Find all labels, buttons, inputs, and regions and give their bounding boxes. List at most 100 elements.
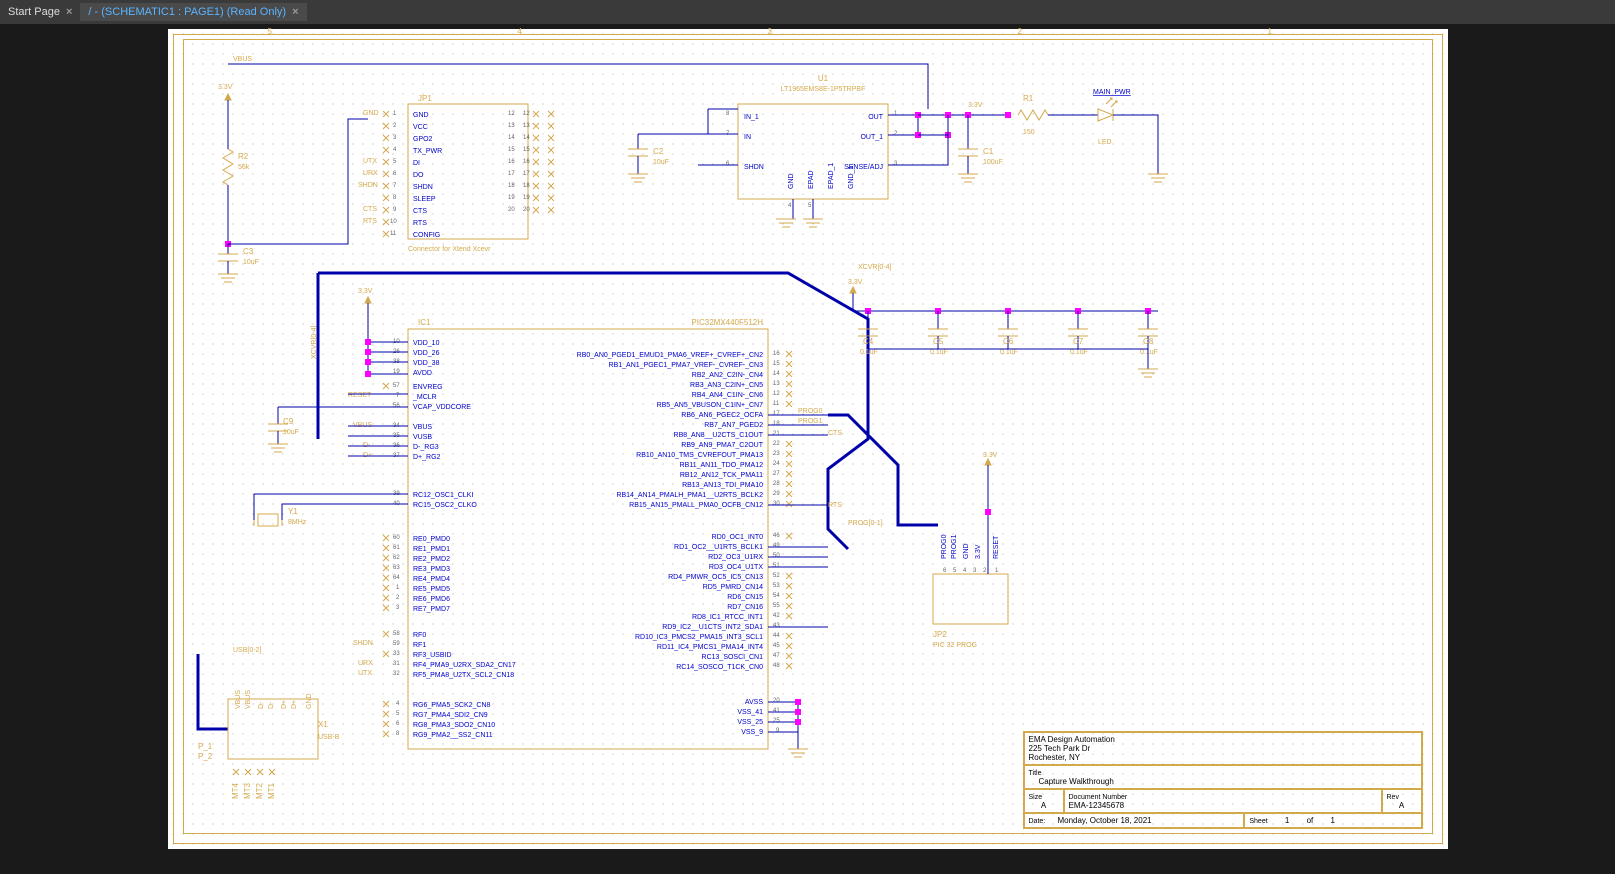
svg-text:23: 23: [773, 451, 780, 457]
jp1-ref: JP1: [418, 94, 432, 103]
svg-text:45: 45: [773, 643, 780, 649]
svg-text:63: 63: [393, 565, 400, 571]
svg-text:VSS_9: VSS_9: [741, 729, 763, 736]
svg-text:7: 7: [393, 183, 397, 189]
svg-text:VBUS: VBUS: [245, 690, 252, 709]
svg-text:C9: C9: [283, 417, 294, 426]
svg-text:RB10_AN10_TMS_CVREFOUT_PMA13: RB10_AN10_TMS_CVREFOUT_PMA13: [636, 452, 763, 459]
svg-text:25: 25: [773, 718, 780, 724]
svg-text:RB13_AN13_TDI_PMA10: RB13_AN13_TDI_PMA10: [682, 482, 763, 489]
svg-text:13: 13: [508, 123, 515, 129]
svg-text:22: 22: [773, 441, 780, 447]
u1-ref: U1: [817, 74, 828, 83]
svg-text:VBUS: VBUS: [413, 424, 432, 431]
svg-text:11: 11: [390, 231, 397, 237]
svg-text:URX: URX: [358, 660, 373, 667]
svg-text:0.1uF: 0.1uF: [930, 349, 948, 356]
svg-text:14: 14: [523, 135, 530, 141]
svg-text:RG9_PMA2__SS2_CN11: RG9_PMA2__SS2_CN11: [413, 732, 493, 739]
ic1-val: PIC32MX440F512H: [691, 318, 763, 327]
tab-label: Start Page: [8, 6, 60, 18]
svg-text:42: 42: [773, 613, 780, 619]
svg-text:18: 18: [523, 183, 530, 189]
schematic-canvas[interactable]: 5 4 3 2 1 VBUS 3.3V R2 56k C3 10uF: [0, 24, 1615, 874]
svg-text:41: 41: [773, 708, 780, 714]
svg-text:2: 2: [393, 123, 397, 129]
svg-text:EPAD_1: EPAD_1: [828, 163, 835, 189]
svg-text:LED: LED: [1098, 139, 1112, 146]
svg-text:28: 28: [773, 481, 780, 487]
svg-text:20: 20: [523, 207, 530, 213]
svg-text:13: 13: [523, 123, 530, 129]
svg-text:3.3V: 3.3V: [975, 544, 982, 559]
svg-text:5: 5: [393, 159, 397, 165]
svg-text:GND: GND: [963, 543, 970, 559]
svg-text:RD11_IC4_PMCS1_PMA14_INT4: RD11_IC4_PMCS1_PMA14_INT4: [656, 644, 762, 651]
svg-text:PROG0: PROG0: [941, 534, 948, 559]
svg-text:24: 24: [773, 461, 780, 467]
svg-text:RD4_PMWR_OC5_IC5_CN13: RD4_PMWR_OC5_IC5_CN13: [668, 574, 763, 581]
svg-text:6: 6: [396, 721, 400, 727]
svg-text:RF4_PMA9_U2RX_SDA2_CN17: RF4_PMA9_U2RX_SDA2_CN17: [413, 662, 516, 669]
svg-text:D-_RG3: D-_RG3: [413, 444, 439, 451]
c3-val: 10uF: [243, 259, 259, 266]
c3-ref: C3: [243, 247, 254, 256]
jp1-leftpins: GND VCC GPO2 TX_PWR DI DO SHDN SLEEP CTS…: [413, 112, 442, 239]
svg-text:56: 56: [393, 403, 400, 409]
svg-text:150: 150: [1023, 129, 1035, 136]
svg-text:VDD_38: VDD_38: [413, 360, 440, 367]
close-icon[interactable]: ×: [66, 6, 72, 18]
svg-text:53: 53: [773, 583, 780, 589]
svg-text:15: 15: [773, 361, 780, 367]
svg-text:8: 8: [396, 731, 400, 737]
svg-text:58: 58: [393, 631, 400, 637]
svg-text:D+_RG2: D+_RG2: [413, 454, 441, 461]
svg-text:RC12_OSC1_CLKI: RC12_OSC1_CLKI: [413, 492, 473, 499]
svg-text:5: 5: [396, 711, 400, 717]
svg-text:RF3_USBID: RF3_USBID: [413, 652, 452, 659]
svg-text:49: 49: [773, 543, 780, 549]
svg-text:GND: GND: [413, 112, 429, 119]
svg-text:13: 13: [773, 381, 780, 387]
jp1-note: Connector for Xtend Xcevr: [408, 246, 491, 253]
svg-text:OUT: OUT: [868, 114, 884, 121]
svg-text:54: 54: [773, 593, 780, 599]
svg-text:4: 4: [963, 568, 967, 574]
tb-title-lbl: Title: [1029, 770, 1042, 777]
svg-text:X1: X1: [318, 720, 328, 729]
svg-text:16: 16: [508, 159, 515, 165]
svg-text:RB8_AN8__U2CTS_C1OUT: RB8_AN8__U2CTS_C1OUT: [673, 432, 763, 439]
svg-text:1: 1: [396, 585, 400, 591]
svg-text:52: 52: [773, 573, 780, 579]
svg-text:12: 12: [523, 111, 530, 117]
tab-schematic[interactable]: / - (SCHEMATIC1 : PAGE1) (Read Only) ×: [80, 3, 306, 21]
svg-text:RB3_AN3_C2IN+_CN5: RB3_AN3_C2IN+_CN5: [690, 382, 763, 389]
svg-text:RD0_OC1_INT0: RD0_OC1_INT0: [711, 534, 762, 541]
svg-text:C4: C4: [863, 337, 874, 346]
svg-text:43: 43: [773, 623, 780, 629]
svg-text:CTS: CTS: [413, 208, 427, 215]
svg-text:18: 18: [508, 183, 515, 189]
svg-text:RF1: RF1: [413, 642, 426, 649]
svg-text:9: 9: [393, 207, 397, 213]
svg-text:0.1uF: 0.1uF: [1140, 349, 1158, 356]
close-icon[interactable]: ×: [292, 6, 298, 18]
svg-text:C2: C2: [653, 147, 664, 156]
svg-text:15: 15: [508, 147, 515, 153]
svg-text:11: 11: [773, 401, 780, 407]
svg-text:21: 21: [773, 431, 780, 437]
svg-text:RB1_AN1_PGEC1_PMA7_VREF-_CVREF: RB1_AN1_PGEC1_PMA7_VREF-_CVREF-_CN3: [608, 362, 763, 369]
svg-text:SHDN: SHDN: [413, 184, 433, 191]
svg-text:16: 16: [523, 159, 530, 165]
svg-text:RD10_IC3_PMCS2_PMA15_INT3_SCL1: RD10_IC3_PMCS2_PMA15_INT3_SCL1: [634, 634, 762, 641]
svg-text:MT1: MT1: [267, 782, 276, 799]
svg-text:3: 3: [973, 568, 977, 574]
svg-text:VSS_41: VSS_41: [737, 709, 763, 716]
svg-text:17: 17: [773, 411, 780, 417]
svg-text:RB9_AN9_PMA7_C2OUT: RB9_AN9_PMA7_C2OUT: [681, 442, 763, 449]
svg-text:50: 50: [773, 553, 780, 559]
svg-text:RG7_PMA4_SDI2_CN9: RG7_PMA4_SDI2_CN9: [413, 712, 488, 719]
svg-text:RE3_PMD3: RE3_PMD3: [413, 566, 450, 573]
tab-start-page[interactable]: Start Page ×: [0, 3, 80, 21]
svg-text:3: 3: [393, 135, 397, 141]
